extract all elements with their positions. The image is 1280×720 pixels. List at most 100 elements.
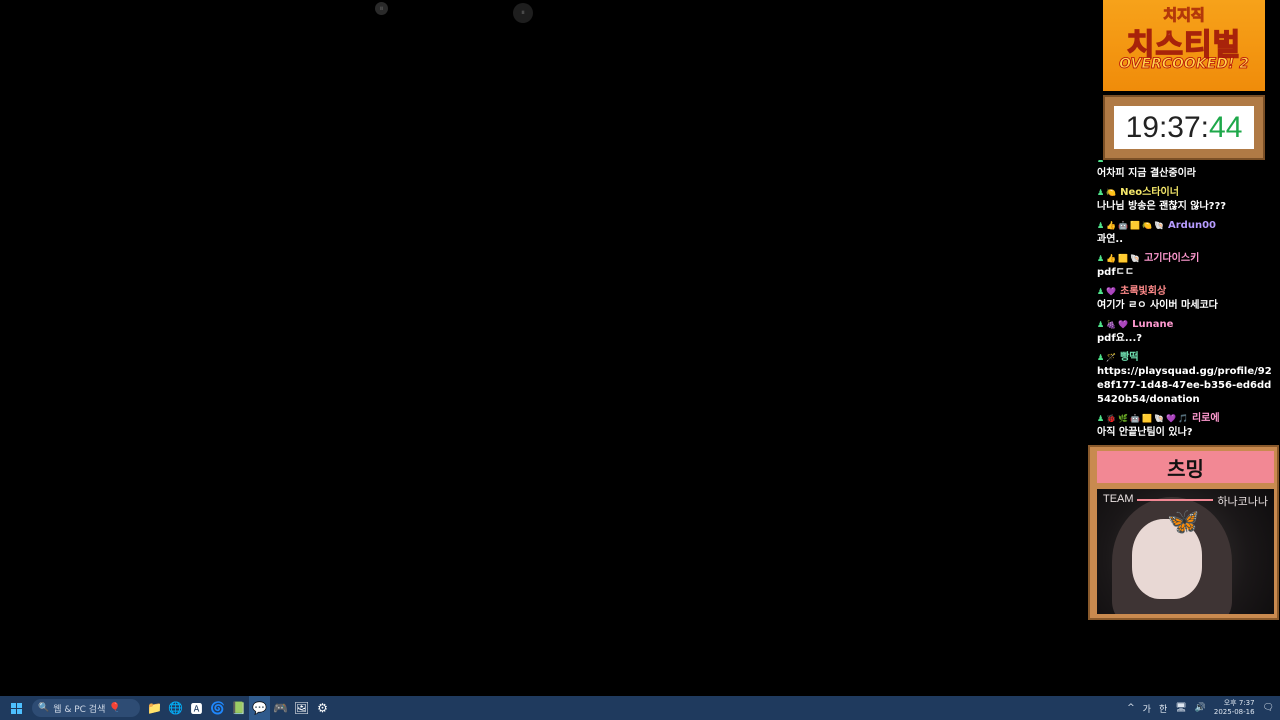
- chat-author: ♟ 🪄 빵떡: [1097, 351, 1277, 365]
- chat-username[interactable]: 고기다이스키: [1144, 252, 1199, 266]
- avatar-image: 🦋 TEAM 하나코나나: [1097, 489, 1274, 614]
- clock-widget: 19:37: 44: [1103, 95, 1265, 160]
- system-tray: ^ 가 한 🖥 🔊 오후 7:37 2025-08-16 🗨: [1127, 699, 1280, 717]
- chat-badge-icon: 💜: [1118, 320, 1129, 329]
- clock-hm: 19:37:: [1125, 110, 1210, 144]
- chat-message: ♟어차피 지금 결산중이라: [1097, 160, 1277, 181]
- chat-badge-icon: 🟨: [1142, 414, 1153, 423]
- search-decor-icon: 🎈: [109, 703, 121, 713]
- logo-sub-text: OVERCOOKED! 2: [1119, 56, 1250, 73]
- chat-author: ♟ 🐞 🌿 🤖 🟨 🐚 💜 🎵 리로에: [1097, 412, 1277, 426]
- chat-message: ♟ 🐞 🌿 🤖 🟨 🐚 💜 🎵 리로에 아직 안끝난팀이 있나?: [1097, 412, 1277, 440]
- taskbar-app-icon[interactable]: 💬: [249, 696, 270, 720]
- taskbar-app-icon[interactable]: 📁: [144, 696, 165, 720]
- clock-seconds: 44: [1209, 110, 1243, 144]
- clock-display: 19:37: 44: [1114, 106, 1254, 149]
- chat-username[interactable]: 리로에: [1192, 412, 1220, 426]
- level-badge-icon: ♟: [1097, 320, 1105, 329]
- team-label: TEAM: [1103, 493, 1134, 505]
- chat-message: ♟ 💜 초록빛회상 여기가 ㄹㅇ 사이버 마세코다: [1097, 285, 1277, 313]
- chat-text: 아직 안끝난팀이 있나?: [1097, 427, 1193, 438]
- chat-username[interactable]: 빵떡: [1120, 351, 1138, 365]
- level-badge-icon: ♟: [1097, 188, 1105, 197]
- chat-badge-icon: 🐞: [1106, 414, 1117, 423]
- chat-author: ♟ 💜 초록빛회상: [1097, 285, 1277, 299]
- chat-badge-icon: 🌿: [1118, 414, 1129, 423]
- chat-text: pdfㄷㄷ: [1097, 267, 1135, 278]
- search-icon: 🔍: [38, 703, 50, 713]
- clock-tray[interactable]: 오후 7:37 2025-08-16: [1214, 699, 1255, 717]
- streamer-name: 츠밍: [1097, 451, 1274, 483]
- chat-badge-icon: 🍋: [1106, 188, 1117, 197]
- event-logo: 치지직 치스티벌 OVERCOOKED! 2: [1103, 0, 1265, 91]
- taskbar-app-icon[interactable]: 🅰: [186, 696, 207, 720]
- taskbar-search[interactable]: 🔍 웹 & PC 검색 🎈: [32, 699, 140, 717]
- chat-badge-icon: 🐚: [1130, 254, 1141, 263]
- butterfly-icon: 🦋: [1167, 507, 1200, 537]
- level-badge-icon: ♟: [1097, 353, 1105, 362]
- chat-badge-icon: 💜: [1106, 287, 1117, 296]
- chat-badge-icon: 🐚: [1154, 221, 1165, 230]
- chat-message: ♟ 👍 🤖 🟨 🍋 🐚 Ardun00 과연..: [1097, 219, 1277, 247]
- ime-indicator[interactable]: 가: [1143, 702, 1151, 715]
- notification-icon[interactable]: 🗨: [1263, 703, 1274, 713]
- chat-author: ♟: [1097, 160, 1277, 167]
- chat-username[interactable]: 초록빛회상: [1120, 285, 1166, 299]
- level-badge-icon: ♟: [1097, 254, 1105, 263]
- chat-badge-icon: 🎵: [1177, 414, 1188, 423]
- taskbar-app-icon[interactable]: 🖼: [291, 696, 312, 720]
- chat-message: ♟ 🍇 💜 Lunane pdf요...?: [1097, 318, 1277, 346]
- chat-badge-icon: 🟨: [1130, 221, 1141, 230]
- chat-badge-icon: 🤖: [1118, 221, 1129, 230]
- chat-text: https://playsquad.gg/profile/92e8f177-1d…: [1097, 366, 1272, 405]
- chat-text: 여기가 ㄹㅇ 사이버 마세코다: [1097, 300, 1218, 311]
- chat-username[interactable]: Ardun00: [1168, 219, 1216, 233]
- taskbar-app-icon[interactable]: 🌐: [165, 696, 186, 720]
- chat-text: 나나님 방송은 괜찮지 않나???: [1097, 201, 1227, 212]
- chevron-up-icon[interactable]: ^: [1127, 703, 1135, 713]
- chat-text: 과연..: [1097, 234, 1123, 245]
- chat-author: ♟ 🍋 Neo스타이너: [1097, 186, 1277, 200]
- chat-badge-icon: 🪄: [1106, 353, 1117, 362]
- start-button[interactable]: [0, 702, 32, 714]
- chat-badge-icon: 🐚: [1154, 414, 1165, 423]
- team-divider: [1137, 499, 1213, 501]
- windows-icon: [10, 702, 22, 714]
- volume-icon[interactable]: 🔊: [1195, 703, 1206, 713]
- chat-badge-icon: 👍: [1106, 221, 1117, 230]
- chat-badge-icon: 💜: [1166, 414, 1176, 423]
- language-indicator[interactable]: 한: [1159, 702, 1167, 715]
- taskbar-app-icon[interactable]: 🎮: [270, 696, 291, 720]
- chat-badge-icon: 🍋: [1142, 221, 1153, 230]
- network-icon[interactable]: 🖥: [1175, 703, 1186, 713]
- level-badge-icon: ♟: [1097, 221, 1105, 230]
- chat-badge-icon: 👍: [1106, 254, 1117, 263]
- tray-time: 오후 7:37: [1223, 699, 1255, 707]
- team-name: 하나코나나: [1217, 495, 1268, 508]
- chat-message: ♟ 🍋 Neo스타이너 나나님 방송은 괜찮지 않나???: [1097, 186, 1277, 214]
- chat-message: ♟ 👍 🟨 🐚 고기다이스키 pdfㄷㄷ: [1097, 252, 1277, 280]
- level-badge-icon: ♟: [1097, 287, 1105, 296]
- taskbar-app-icon[interactable]: ⚙: [312, 696, 333, 720]
- chat-badge-icon: 🍇: [1106, 320, 1117, 329]
- pause-button[interactable]: ⏸: [513, 3, 533, 23]
- chat-text: 어차피 지금 결산중이라: [1097, 168, 1196, 179]
- chat-text: pdf요...?: [1097, 333, 1143, 344]
- level-badge-icon: ♟: [1097, 414, 1105, 423]
- chat-author: ♟ 👍 🤖 🟨 🍋 🐚 Ardun00: [1097, 219, 1277, 233]
- search-placeholder: 웹 & PC 검색: [53, 704, 106, 715]
- taskbar-app-icon[interactable]: 🌀: [207, 696, 228, 720]
- chat-badge-icon: 🟨: [1118, 254, 1129, 263]
- chat-author: ♟ 👍 🟨 🐚 고기다이스키: [1097, 252, 1277, 266]
- tray-date: 2025-08-16: [1213, 708, 1255, 716]
- level-badge-icon: ♟: [1097, 160, 1104, 167]
- taskbar-app-icon[interactable]: 📗: [228, 696, 249, 720]
- player-control-dot[interactable]: ⏸: [375, 2, 388, 15]
- chat-message: ♟ 🪄 빵떡 https://playsquad.gg/profile/92e8f17…: [1097, 351, 1277, 407]
- chat-author: ♟ 🍇 💜 Lunane: [1097, 318, 1277, 332]
- chat-badge-icon: 🤖: [1130, 414, 1141, 423]
- chat-username[interactable]: Neo스타이너: [1120, 186, 1179, 200]
- chat-username[interactable]: Lunane: [1132, 318, 1173, 332]
- chat-overlay: ♟어차피 지금 결산중이라♟🍋Neo스타이너나나님 방송은 괜찮지 않나???♟…: [1097, 160, 1277, 445]
- webcam-frame: 츠밍 🦋 TEAM 하나코나나: [1088, 445, 1279, 620]
